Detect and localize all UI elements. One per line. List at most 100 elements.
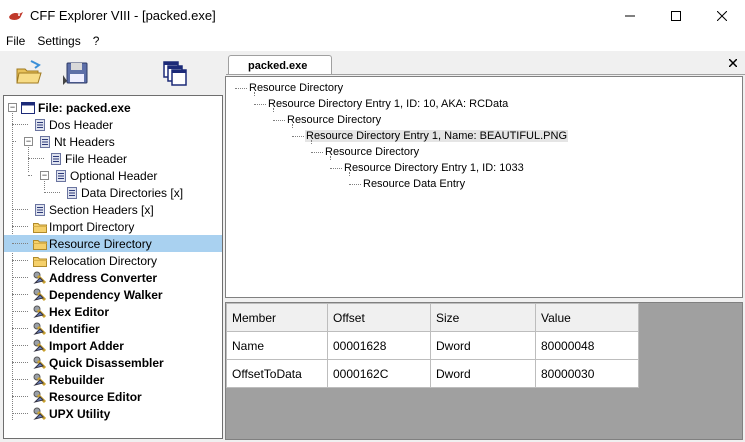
resource-node-label: Resource Directory Entry 1, ID: 10, AKA:… — [268, 98, 509, 110]
table-row[interactable]: OffsetToData 0000162C Dword 80000030 — [226, 359, 639, 388]
tree-connector — [12, 141, 16, 142]
header-icon — [35, 119, 45, 131]
column-header-value[interactable]: Value — [535, 303, 639, 332]
open-folder-icon — [16, 60, 42, 84]
tree-label: Section Headers [x] — [49, 202, 154, 217]
tree-connector — [349, 184, 361, 185]
tree-item[interactable]: Resource Directory — [4, 235, 222, 252]
resource-node-label: Resource Directory Entry 1, Name: BEAUTI… — [305, 130, 569, 142]
tree-label: File Header — [65, 151, 128, 166]
cell-member[interactable]: OffsetToData — [226, 359, 328, 388]
tree-label: Dependency Walker — [49, 287, 163, 302]
menu-help[interactable]: ? — [88, 34, 105, 48]
tree-label: Import Directory — [49, 219, 135, 234]
table-header-row: Member Offset Size Value — [226, 303, 639, 332]
folder-icon — [33, 240, 47, 250]
tree-connector — [12, 311, 28, 312]
tool-icon — [33, 356, 47, 370]
tree-connector — [273, 120, 285, 121]
cell-offset[interactable]: 00001628 — [327, 331, 431, 360]
tree-connector — [12, 379, 28, 380]
tree-connector — [12, 226, 28, 227]
cell-member[interactable]: Name — [226, 331, 328, 360]
tree-connector — [292, 136, 304, 137]
tree-label: Dos Header — [49, 117, 114, 132]
members-table: Member Offset Size Value Name 00001628 D… — [226, 303, 639, 388]
tree-item[interactable]: Dependency Walker — [4, 286, 222, 303]
maximize-icon — [671, 10, 681, 21]
tree-connector — [311, 140, 312, 144]
column-header-size[interactable]: Size — [430, 303, 536, 332]
tree-label: Relocation Directory — [49, 253, 158, 268]
tree-item[interactable]: Import Adder — [4, 337, 222, 354]
tree-item[interactable]: Identifier — [4, 320, 222, 337]
resource-tree-node[interactable]: Resource Directory Entry 1, Name: BEAUTI… — [292, 128, 569, 144]
resource-tree-node[interactable]: Resource Directory Entry 1, ID: 10, AKA:… — [254, 96, 509, 112]
close-icon — [717, 10, 727, 21]
maximize-button[interactable] — [653, 0, 699, 31]
cell-offset[interactable]: 0000162C — [327, 359, 431, 388]
tree-item[interactable]: − Nt Headers — [4, 133, 222, 150]
tree-item[interactable]: Relocation Directory — [4, 252, 222, 269]
table-row[interactable]: Name 00001628 Dword 80000048 — [226, 331, 639, 360]
tree-item[interactable]: Address Converter — [4, 269, 222, 286]
cell-size[interactable]: Dword — [430, 331, 536, 360]
menu-file[interactable]: File — [0, 34, 30, 48]
tree-item-root[interactable]: − File: packed.exe — [4, 99, 222, 116]
save-file-button[interactable] — [59, 57, 93, 89]
toolbar — [0, 51, 224, 93]
tree-item[interactable]: Resource Editor — [4, 388, 222, 405]
members-grid: Member Offset Size Value Name 00001628 D… — [225, 302, 743, 440]
tree-item[interactable]: − Optional Header — [4, 167, 222, 184]
close-button[interactable] — [699, 0, 745, 31]
minimize-button[interactable] — [607, 0, 653, 31]
tree-item[interactable]: Import Directory — [4, 218, 222, 235]
tree-item[interactable]: Hex Editor — [4, 303, 222, 320]
header-icon — [67, 187, 77, 199]
tree-item[interactable]: UPX Utility — [4, 405, 222, 422]
cell-value[interactable]: 80000048 — [535, 331, 639, 360]
collapse-toggle[interactable]: − — [24, 137, 33, 146]
folder-icon — [33, 223, 47, 233]
column-header-member[interactable]: Member — [226, 303, 328, 332]
cell-value[interactable]: 80000030 — [535, 359, 639, 388]
tree-connector — [12, 396, 28, 397]
file-tree: − File: packed.exe Dos Header − Nt Headers… — [3, 95, 223, 439]
resource-node-label: Resource Directory — [287, 114, 382, 126]
resource-tree-node[interactable]: Resource Directory — [235, 80, 344, 96]
resource-tree-node[interactable]: Resource Directory — [273, 112, 382, 128]
tree-connector — [12, 413, 28, 414]
resource-tree-node[interactable]: Resource Directory — [311, 144, 420, 160]
tree-connector — [273, 108, 274, 112]
close-tab-button[interactable] — [727, 56, 739, 70]
tree-item[interactable]: Dos Header — [4, 116, 222, 133]
tree-item[interactable]: File Header — [4, 150, 222, 167]
resource-tree-node[interactable]: Resource Directory Entry 1, ID: 1033 — [330, 160, 525, 176]
tree-label: Resource Directory — [49, 236, 152, 251]
tree-item[interactable]: Section Headers [x] — [4, 201, 222, 218]
tree-connector — [44, 192, 60, 193]
cell-size[interactable]: Dword — [430, 359, 536, 388]
minimize-icon — [625, 15, 635, 16]
tree-connector — [349, 172, 350, 176]
open-file-button[interactable] — [12, 57, 46, 89]
tree-connector — [12, 243, 28, 244]
document-tabs: packed.exe — [226, 55, 745, 75]
collapse-toggle[interactable]: − — [40, 171, 49, 180]
tree-item[interactable]: Rebuilder — [4, 371, 222, 388]
column-header-offset[interactable]: Offset — [327, 303, 431, 332]
resource-tree-node[interactable]: Resource Data Entry — [349, 176, 466, 192]
tree-connector — [12, 124, 28, 125]
tab-divider — [226, 74, 745, 75]
tree-label: Data Directories [x] — [81, 185, 184, 200]
tool-icon — [33, 339, 47, 353]
windows-button[interactable] — [158, 57, 192, 89]
tab-packed-exe[interactable]: packed.exe — [228, 55, 332, 75]
tree-connector — [292, 124, 293, 128]
tree-connector — [254, 104, 266, 105]
tree-item[interactable]: Data Directories [x] — [4, 184, 222, 201]
menu-settings[interactable]: Settings — [32, 34, 85, 48]
tree-label: Resource Editor — [49, 389, 142, 404]
tree-item[interactable]: Quick Disassembler — [4, 354, 222, 371]
collapse-toggle[interactable]: − — [8, 103, 17, 112]
